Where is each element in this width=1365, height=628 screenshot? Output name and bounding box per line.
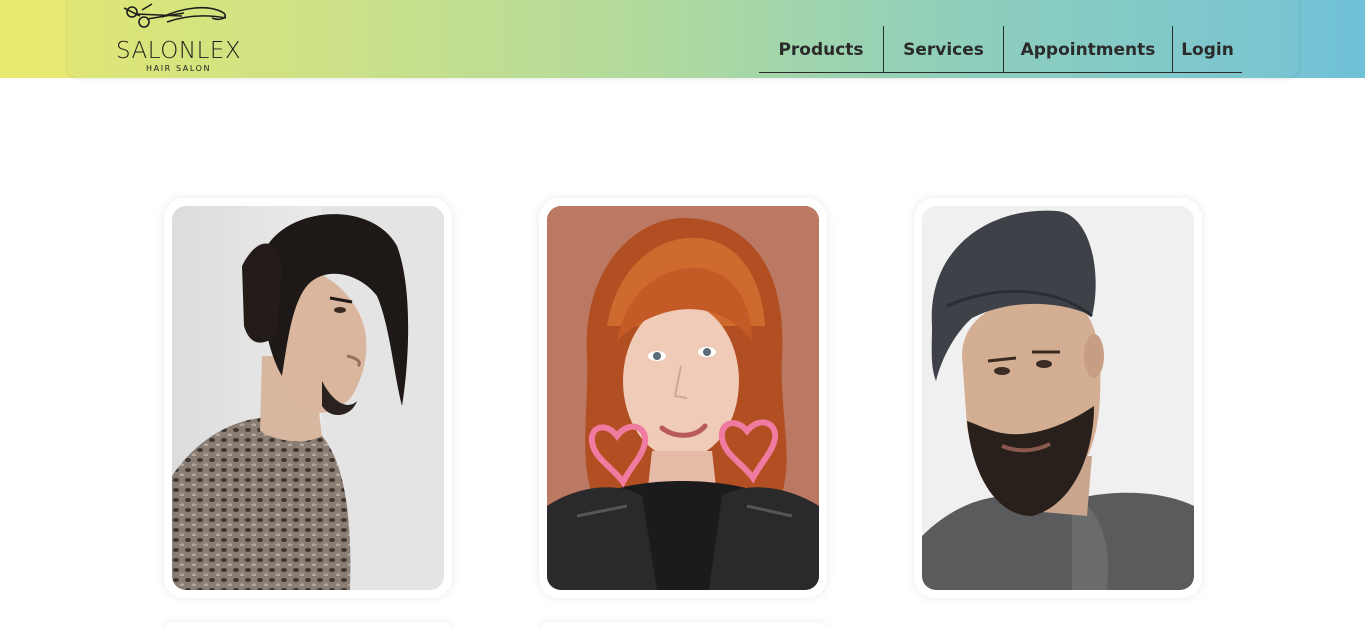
nav-services[interactable]: Services <box>883 26 1003 73</box>
stylist-card <box>539 622 827 628</box>
logo-wordmark: SALONLEX <box>116 38 242 64</box>
portrait-photo <box>547 206 819 590</box>
stylist-card[interactable] <box>164 198 452 598</box>
portrait-photo <box>172 206 444 590</box>
portrait-photo <box>922 206 1194 590</box>
logo-subtitle: HAIR SALON <box>146 64 212 73</box>
nav-appointments[interactable]: Appointments <box>1003 26 1172 73</box>
main-nav: Products Services Appointments Login <box>759 26 1242 73</box>
stylist-card[interactable] <box>914 198 1202 598</box>
site-logo[interactable]: SALONLEX HAIR SALON <box>114 0 254 75</box>
stylist-card[interactable] <box>539 198 827 598</box>
nav-products[interactable]: Products <box>759 26 883 73</box>
stylist-card <box>164 622 452 628</box>
scissors-icon <box>123 3 227 28</box>
nav-login[interactable]: Login <box>1172 26 1242 73</box>
